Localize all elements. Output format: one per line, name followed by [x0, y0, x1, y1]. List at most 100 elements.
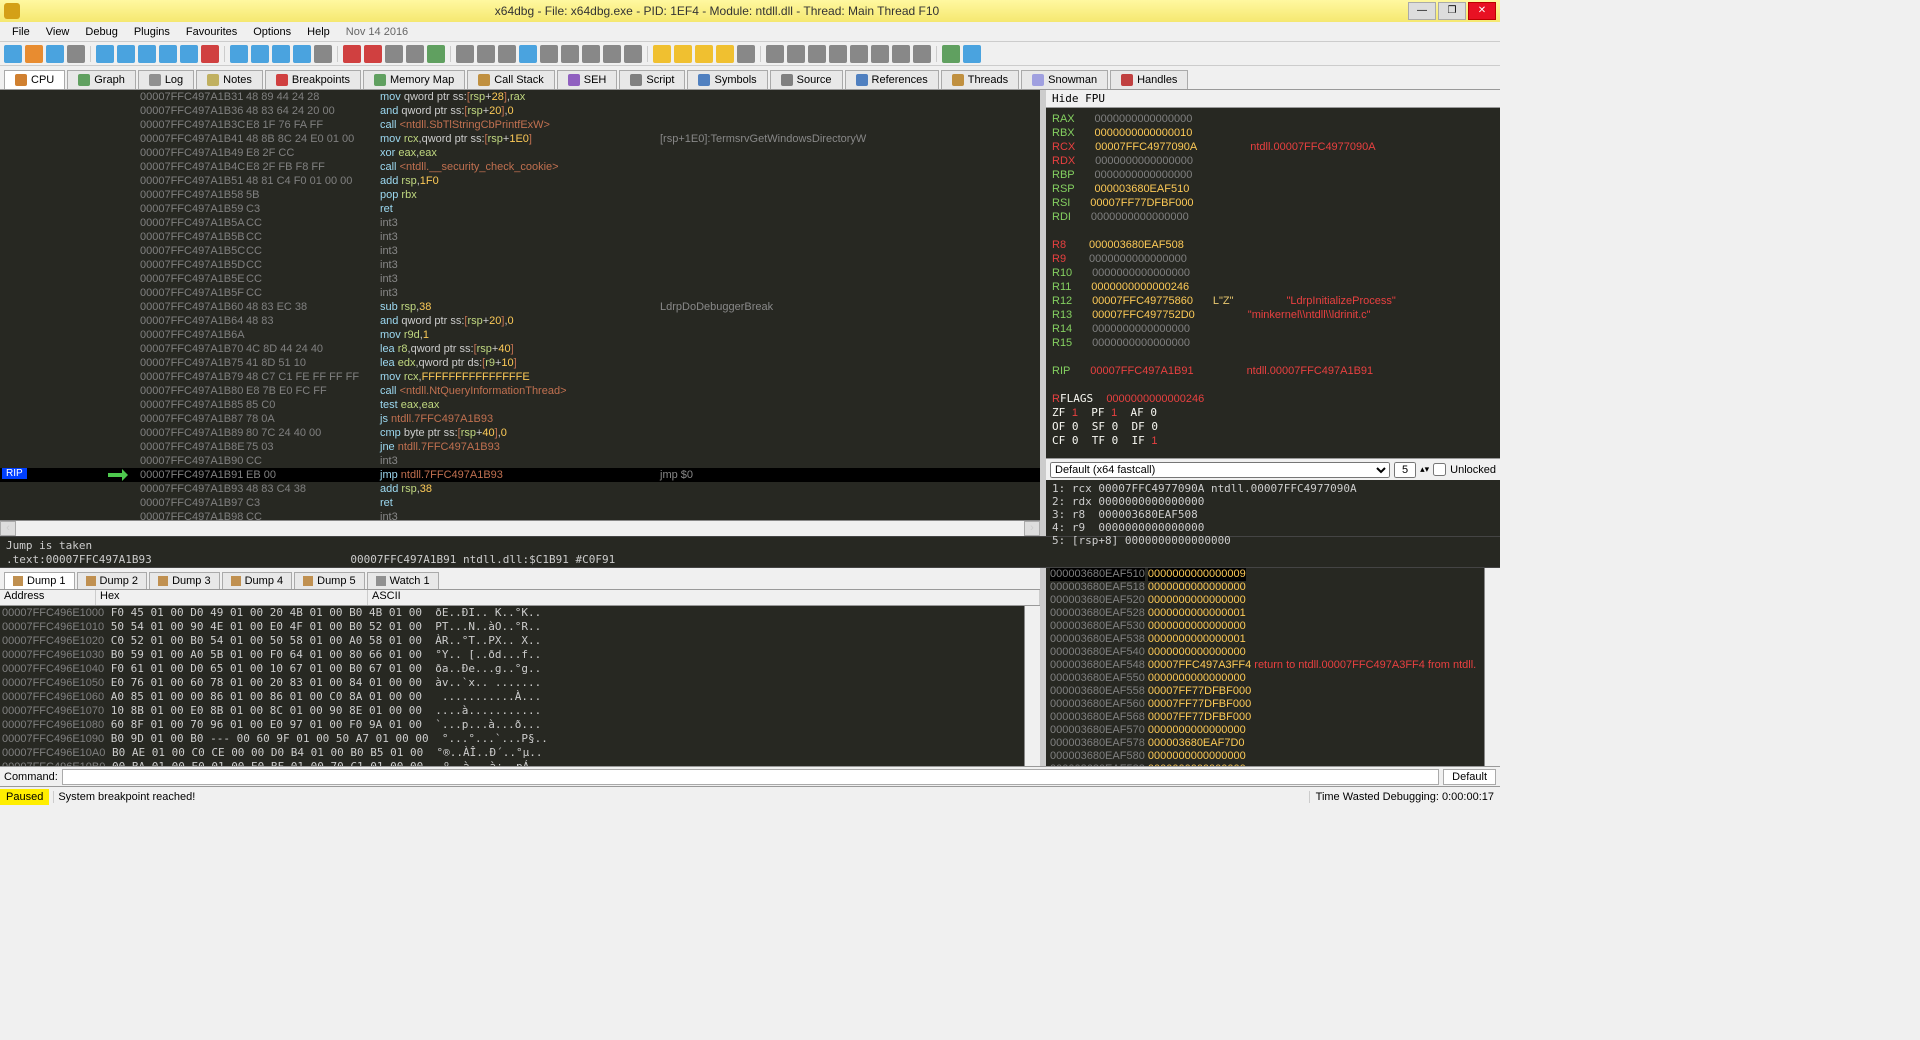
toolbar-button-15[interactable] [343, 45, 361, 63]
tab-log[interactable]: Log [138, 70, 194, 89]
disasm-row[interactable]: 00007FFC497A1B3CE8 1F 76 FA FFcall <ntdl… [0, 118, 1040, 132]
disasm-row[interactable]: 00007FFC497A1B5ECCint3 [0, 272, 1040, 286]
maximize-button[interactable]: ❐ [1438, 2, 1466, 20]
disasm-row[interactable]: 00007FFC497A1B9348 83 C4 38add rsp,38 [0, 482, 1040, 496]
tab-graph[interactable]: Graph [67, 70, 136, 89]
toolbar-button-1[interactable] [25, 45, 43, 63]
scroll-right-icon[interactable]: › [1024, 521, 1040, 536]
toolbar-button-5[interactable] [117, 45, 135, 63]
toolbar-button-6[interactable] [138, 45, 156, 63]
dumptab-dump-1[interactable]: Dump 1 [4, 572, 75, 589]
tab-threads[interactable]: Threads [941, 70, 1019, 89]
toolbar-button-20[interactable] [456, 45, 474, 63]
toolbar-button-12[interactable] [272, 45, 290, 63]
menu-file[interactable]: File [4, 24, 38, 40]
command-default-button[interactable]: Default [1443, 769, 1496, 785]
toolbar-button-37[interactable] [829, 45, 847, 63]
disasm-row[interactable]: 00007FFC497A1B8778 0Ajs ntdll.7FFC497A1B… [0, 412, 1040, 426]
tab-notes[interactable]: Notes [196, 70, 263, 89]
disasm-row[interactable]: 00007FFC497A1B5FCCint3 [0, 286, 1040, 300]
disasm-row[interactable]: 00007FFC497A1B8E75 03jne ntdll.7FFC497A1… [0, 440, 1040, 454]
dumptab-dump-4[interactable]: Dump 4 [222, 572, 293, 589]
toolbar-button-36[interactable] [808, 45, 826, 63]
disasm-row[interactable]: 00007FFC497A1B7948 C7 C1 FE FF FF FFmov … [0, 370, 1040, 384]
stack-vscrollbar[interactable] [1484, 568, 1500, 766]
toolbar-button-33[interactable] [737, 45, 755, 63]
registers-header[interactable]: Hide FPU [1046, 90, 1500, 108]
registers-body[interactable]: RAX 0000000000000000 RBX 000000000000001… [1046, 108, 1500, 458]
menu-options[interactable]: Options [245, 24, 299, 40]
spin-icon[interactable]: ▴▾ [1420, 464, 1429, 475]
toolbar-button-43[interactable] [963, 45, 981, 63]
disasm-row[interactable]: 00007FFC497A1B6448 83and qword ptr ss:[r… [0, 314, 1040, 328]
toolbar-button-28[interactable] [624, 45, 642, 63]
toolbar-button-0[interactable] [4, 45, 22, 63]
disasm-row[interactable]: 00007FFC497A1B585Bpop rbx [0, 188, 1040, 202]
toolbar-button-22[interactable] [498, 45, 516, 63]
toolbar-button-38[interactable] [850, 45, 868, 63]
disasm-row[interactable]: 00007FFC497A1B704C 8D 44 24 40lea r8,qwo… [0, 342, 1040, 356]
toolbar-button-18[interactable] [406, 45, 424, 63]
disasm-row[interactable]: 00007FFC497A1B5ACCint3 [0, 216, 1040, 230]
toolbar-button-39[interactable] [871, 45, 889, 63]
argcount-input[interactable] [1394, 462, 1416, 478]
tab-breakpoints[interactable]: Breakpoints [265, 70, 361, 89]
dump-body[interactable]: 00007FFC496E1000 F0 45 01 00 D0 49 01 00… [0, 606, 1024, 766]
toolbar-button-30[interactable] [674, 45, 692, 63]
menu-favourites[interactable]: Favourites [178, 24, 245, 40]
dumptab-dump-2[interactable]: Dump 2 [77, 572, 148, 589]
toolbar-button-26[interactable] [582, 45, 600, 63]
command-input[interactable] [62, 769, 1439, 785]
disasm-row[interactable]: 00007FFC497A1B98CCint3 [0, 510, 1040, 520]
menu-view[interactable]: View [38, 24, 78, 40]
toolbar-button-16[interactable] [364, 45, 382, 63]
toolbar-button-35[interactable] [787, 45, 805, 63]
disasm-row[interactable]: 00007FFC497A1B91EB 00jmp ntdll.7FFC497A1… [0, 468, 1040, 482]
disasm-hscrollbar[interactable]: ‹ › [0, 520, 1040, 536]
tab-handles[interactable]: Handles [1110, 70, 1188, 89]
callconv-select[interactable]: Default (x64 fastcall) [1050, 462, 1390, 478]
minimize-button[interactable]: — [1408, 2, 1436, 20]
tab-symbols[interactable]: Symbols [687, 70, 767, 89]
tab-source[interactable]: Source [770, 70, 843, 89]
toolbar-button-9[interactable] [201, 45, 219, 63]
toolbar-button-7[interactable] [159, 45, 177, 63]
dump-col-ascii[interactable]: ASCII [368, 590, 1040, 605]
dump-col-hex[interactable]: Hex [96, 590, 368, 605]
toolbar-button-19[interactable] [427, 45, 445, 63]
disasm-row[interactable]: 00007FFC497A1B49E8 2F CCxor eax,eax [0, 146, 1040, 160]
toolbar-button-27[interactable] [603, 45, 621, 63]
dumptab-dump-5[interactable]: Dump 5 [294, 572, 365, 589]
disasm-row[interactable]: 00007FFC497A1B3648 83 64 24 20 00and qwo… [0, 104, 1040, 118]
toolbar-button-24[interactable] [540, 45, 558, 63]
disasm-row[interactable]: 00007FFC497A1B59C3ret [0, 202, 1040, 216]
toolbar-button-8[interactable] [180, 45, 198, 63]
toolbar-button-23[interactable] [519, 45, 537, 63]
tab-memory-map[interactable]: Memory Map [363, 70, 465, 89]
menu-help[interactable]: Help [299, 24, 338, 40]
toolbar-button-13[interactable] [293, 45, 311, 63]
tab-cpu[interactable]: CPU [4, 70, 65, 89]
disasm-row[interactable]: 00007FFC497A1B3148 89 44 24 28mov qword … [0, 90, 1040, 104]
disasm-row[interactable]: 00007FFC497A1B97C3ret [0, 496, 1040, 510]
toolbar-button-21[interactable] [477, 45, 495, 63]
stack-body[interactable]: 000003680EAF510 0000000000000009 0000036… [1046, 568, 1484, 766]
args-panel[interactable]: 1: rcx 00007FFC4977090A ntdll.00007FFC49… [1046, 480, 1500, 536]
toolbar-button-2[interactable] [46, 45, 64, 63]
dumptab-dump-3[interactable]: Dump 3 [149, 572, 220, 589]
scroll-left-icon[interactable]: ‹ [0, 521, 16, 536]
tab-script[interactable]: Script [619, 70, 685, 89]
disasm-row[interactable]: 00007FFC497A1B5BCCint3 [0, 230, 1040, 244]
disasm-row[interactable]: 00007FFC497A1B5148 81 C4 F0 01 00 00add … [0, 174, 1040, 188]
menu-debug[interactable]: Debug [77, 24, 125, 40]
toolbar-button-17[interactable] [385, 45, 403, 63]
toolbar-button-40[interactable] [892, 45, 910, 63]
disasm-row[interactable]: 00007FFC497A1B6048 83 EC 38sub rsp,38Ldr… [0, 300, 1040, 314]
toolbar-button-41[interactable] [913, 45, 931, 63]
disasm-row[interactable]: 00007FFC497A1B6Amov r9d,1 [0, 328, 1040, 342]
disasm-row[interactable]: 00007FFC497A1B8980 7C 24 40 00cmp byte p… [0, 426, 1040, 440]
disassembly-panel[interactable]: 00007FFC497A1B3148 89 44 24 28mov qword … [0, 90, 1040, 536]
toolbar-button-42[interactable] [942, 45, 960, 63]
tab-call-stack[interactable]: Call Stack [467, 70, 555, 89]
dumptab-watch-1[interactable]: Watch 1 [367, 572, 439, 589]
